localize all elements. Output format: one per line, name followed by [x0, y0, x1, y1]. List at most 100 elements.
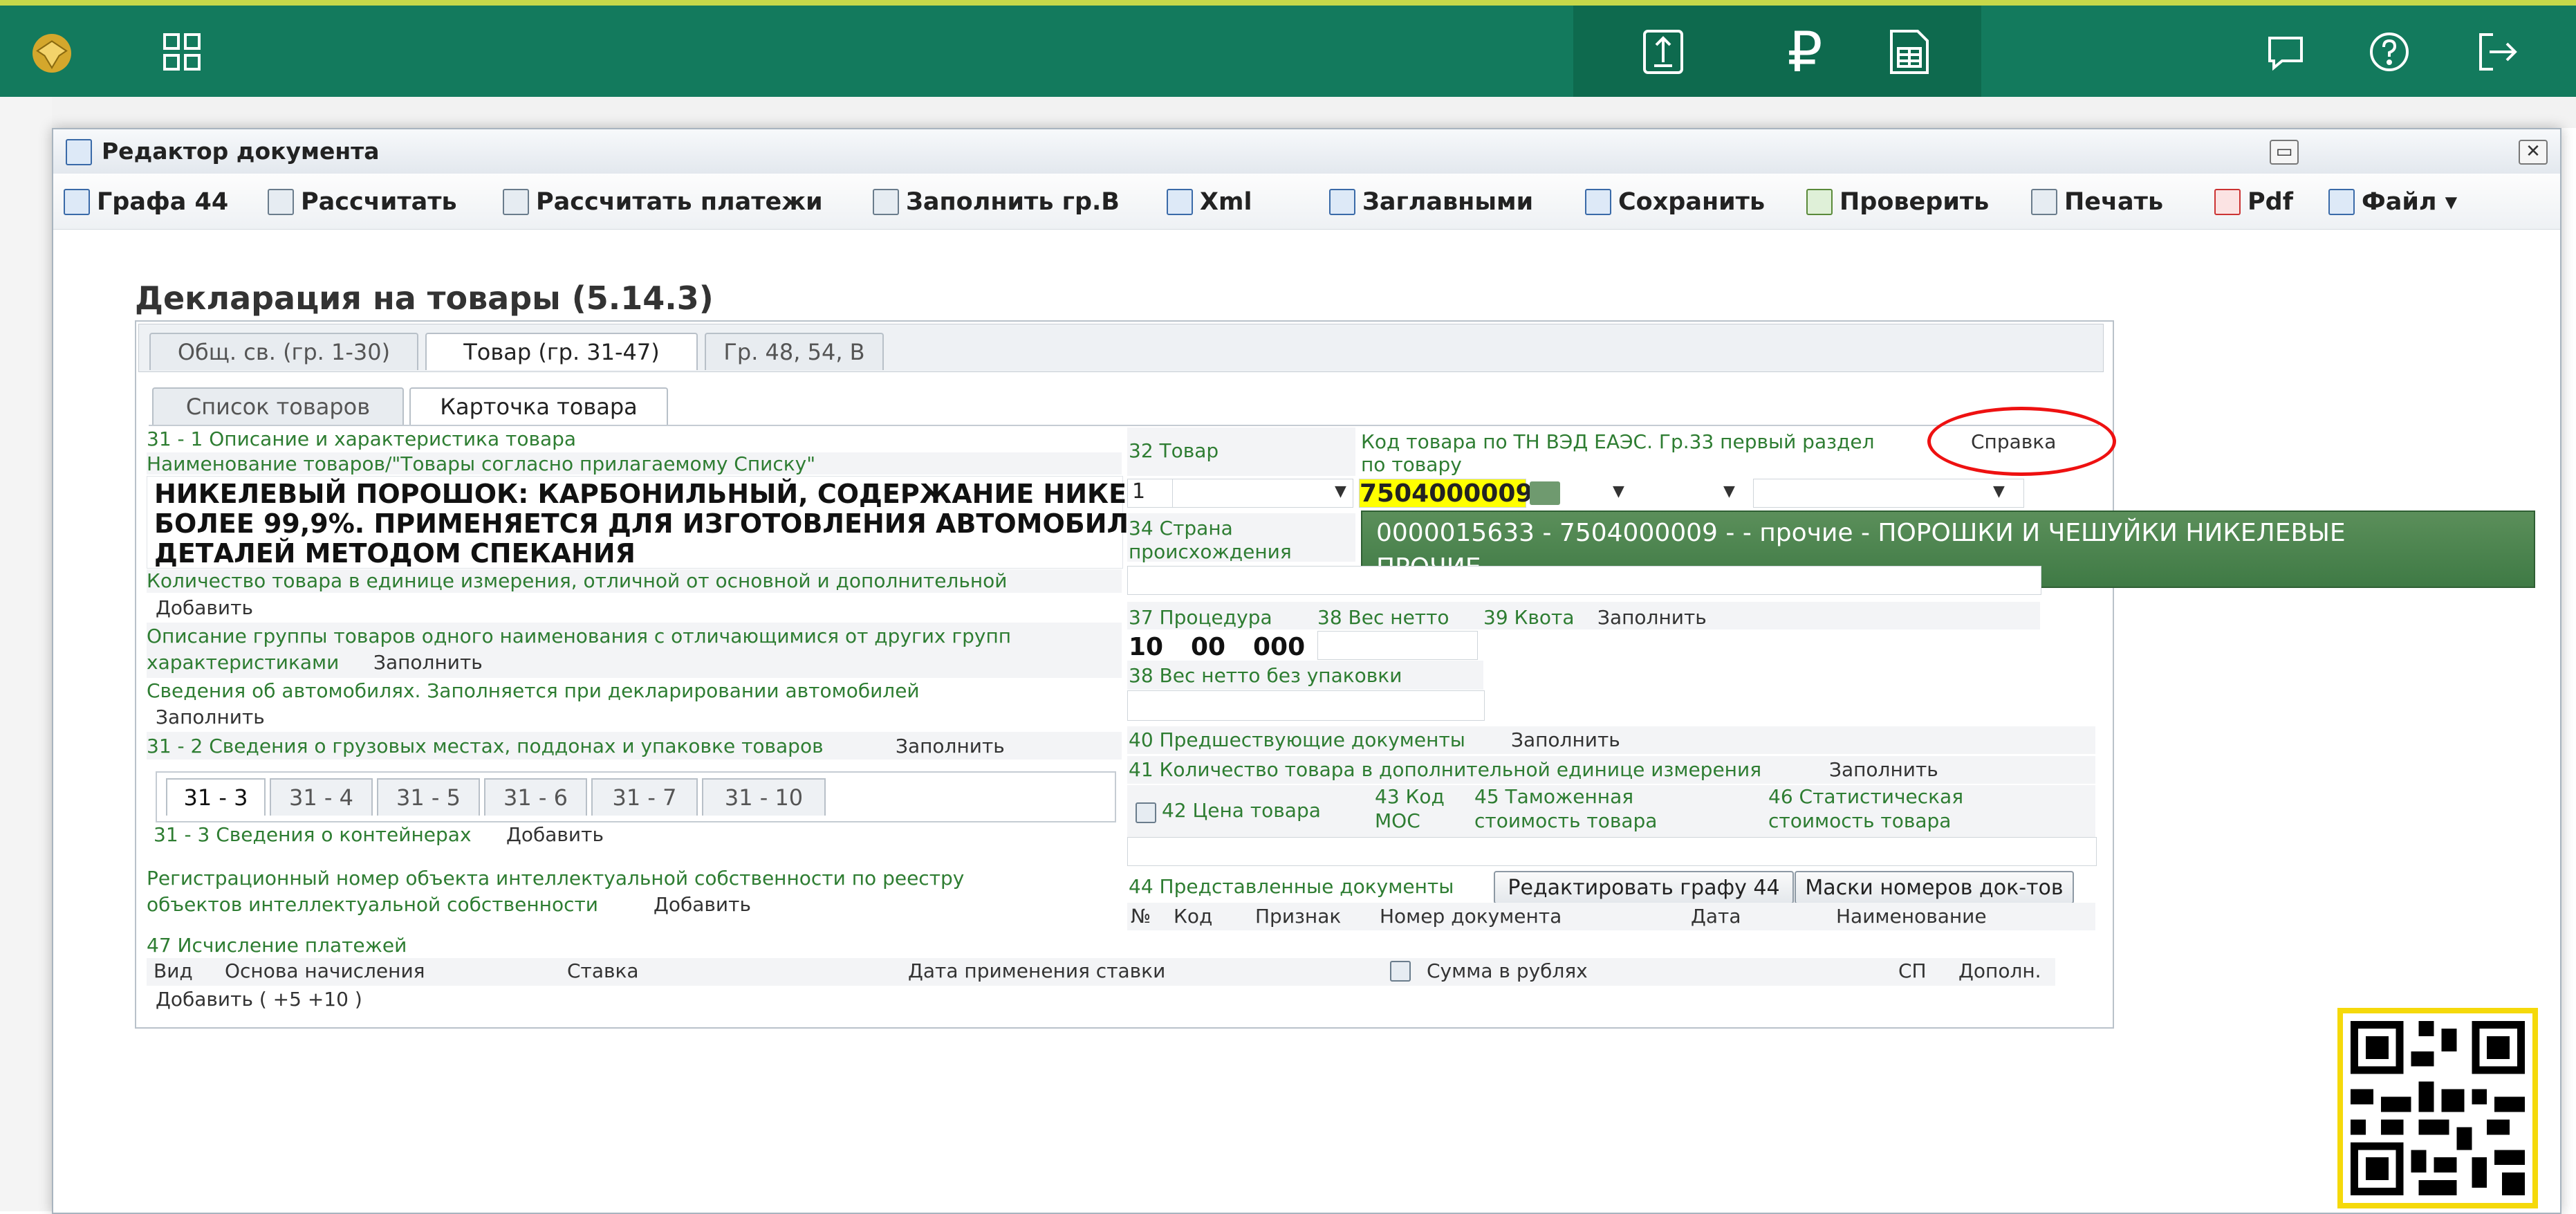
help-question-icon[interactable] [2365, 28, 2413, 76]
goods-description-textarea[interactable]: НИКЕЛЕВЫЙ ПОРОШОК: КАРБОНИЛЬНЫЙ, СОДЕРЖА… [147, 476, 1218, 569]
printer-icon [2031, 189, 2057, 215]
docs-col-name: Наименование [1836, 905, 1987, 928]
procedure-2[interactable]: 00 [1191, 631, 1225, 663]
g39-fill-link[interactable]: Заполнить [1597, 606, 1707, 629]
pencil-doc-icon [64, 189, 90, 215]
tool-save-button[interactable]: Сохранить [1585, 186, 1765, 218]
docs-col-date: Дата [1691, 905, 1741, 928]
g41-fill-link[interactable]: Заполнить [1829, 758, 1938, 781]
chevron-down-icon: ▼ [1335, 483, 1346, 500]
apps-grid-icon[interactable] [158, 28, 206, 76]
save-icon [1585, 189, 1611, 215]
qty-add-link[interactable]: Добавить [156, 596, 253, 619]
tab-goods[interactable]: Товар (гр. 31-47) [425, 333, 698, 370]
close-icon[interactable]: ✕ [2519, 140, 2548, 165]
g38-label: 38 Вес нетто [1317, 606, 1449, 629]
window-title-bar: Редактор документа ▭ ✕ [53, 129, 2560, 174]
tool-fill-grv-button[interactable]: Заполнить гр.В [873, 186, 1120, 218]
document-table-icon[interactable] [1884, 28, 1933, 76]
ip-add-link[interactable]: Добавить [654, 893, 751, 916]
g45-label: 45 Таможенная [1474, 785, 1634, 808]
background-header [52, 97, 2576, 128]
cargo-fill-link[interactable]: Заполнить [896, 735, 1005, 757]
maximize-button[interactable]: ▭ [2270, 140, 2299, 165]
g40-label: 40 Предшествующие документы [1129, 728, 1465, 751]
logout-icon[interactable] [2472, 28, 2521, 76]
tool-calculate-payments-button[interactable]: Рассчитать платежи [503, 186, 823, 218]
window-title: Редактор документа [102, 138, 380, 165]
checkmark-icon [1806, 189, 1833, 215]
desc-header: 31 - 1 Описание и характеристика товара [147, 427, 577, 450]
main-tabs-bar: Общ. св. (гр. 1-30) Товар (гр. 31-47) Гр… [138, 324, 2104, 372]
group-desc-label: Описание группы товаров одного наименова… [147, 625, 1012, 647]
item-number-field[interactable]: 1 [1127, 479, 1174, 508]
g43-label: 43 Код [1375, 785, 1445, 808]
export-document-icon[interactable] [1639, 28, 1687, 76]
net-weight-no-pack-input[interactable] [1127, 690, 1485, 721]
edit-g44-button[interactable]: Редактировать графу 44 [1494, 871, 1794, 904]
chevron-down-icon[interactable]: ▼ [1993, 483, 2005, 500]
calculator-icon[interactable] [1390, 961, 1411, 982]
editor-toolbar: Графа 44 Рассчитать Рассчитать платежи З… [53, 174, 2560, 230]
calculator-icon [268, 189, 294, 215]
editor-icon [66, 139, 92, 165]
cars-fill-link[interactable]: Заполнить [156, 706, 265, 728]
chevron-down-icon[interactable]: ▼ [1613, 483, 1624, 500]
g46-label: 46 Статистическая [1768, 785, 1964, 808]
code-label: Код товара по ТН ВЭД ЕАЭС. Гр.33 первый … [1361, 430, 1875, 453]
calculator-icon[interactable] [1136, 802, 1156, 823]
price-values-row[interactable] [1127, 837, 2097, 866]
group-fill-link[interactable]: Заполнить [373, 651, 483, 674]
doc-masks-button[interactable]: Маски номеров док-тов [1795, 871, 2074, 904]
tab-goods-list[interactable]: Список товаров [152, 387, 404, 425]
background-sidebar [0, 97, 52, 1211]
tab-31-3[interactable]: 31 - 3 [166, 778, 266, 816]
desc-line-2: БОЛЕЕ 99,9%. ПРИМЕНЯЕТСЯ ДЛЯ ИЗГОТОВЛЕНИ… [154, 508, 1218, 539]
net-weight-input[interactable] [1317, 631, 1478, 660]
tool-uppercase-button[interactable]: Заглавными [1329, 186, 1533, 218]
tab-general[interactable]: Общ. св. (гр. 1-30) [149, 333, 418, 370]
pay-col-base: Основа начисления [225, 959, 425, 982]
chat-bubble-icon[interactable] [2261, 28, 2310, 76]
code-extra-select[interactable] [1753, 479, 2024, 508]
containers-add-link[interactable]: Добавить [506, 823, 604, 846]
tool-check-button[interactable]: Проверить [1806, 186, 1989, 218]
app-top-bar: ₽ [0, 0, 2576, 97]
search-code-icon[interactable] [1530, 481, 1560, 505]
tab-goods-card[interactable]: Карточка товара [409, 387, 668, 425]
desc-sub-label: Наименование товаров/"Товары согласно пр… [147, 452, 816, 475]
g46-label-2: стоимость товара [1768, 809, 1952, 832]
tool-file-menu-button[interactable]: Файл ▾ [2328, 186, 2457, 218]
sub-tabs-bar: Список товаров Карточка товара [149, 380, 2099, 426]
qty-label: Количество товара в единице измерения, о… [147, 569, 1008, 592]
procedure-3[interactable]: 000 [1253, 631, 1305, 663]
ip-label-2: объектов интеллектуальной собственности [147, 893, 598, 916]
tool-pdf-button[interactable]: Pdf [2214, 186, 2293, 218]
procedure-1[interactable]: 10 [1129, 631, 1163, 663]
cars-label: Сведения об автомобилях. Заполняется при… [147, 679, 920, 702]
tab-31-5[interactable]: 31 - 5 [377, 778, 480, 816]
chevron-down-icon[interactable]: ▼ [1723, 483, 1735, 500]
item-select[interactable] [1172, 479, 1353, 508]
code-input[interactable]: 7504000009 [1359, 479, 1533, 508]
tab-31-7[interactable]: 31 - 7 [591, 778, 698, 816]
g43-label-2: МОС [1375, 809, 1420, 832]
g40-fill-link[interactable]: Заполнить [1511, 728, 1620, 751]
red-annotation-circle [1927, 407, 2116, 476]
tool-calculate-button[interactable]: Рассчитать [268, 186, 457, 218]
tool-grafa44-button[interactable]: Графа 44 [64, 186, 228, 218]
g34-label: 34 Страна [1129, 517, 1233, 540]
eagle-emblem-icon [14, 15, 90, 91]
tool-print-button[interactable]: Печать [2031, 186, 2163, 218]
g39-label: 39 Квота [1483, 606, 1575, 629]
tab-31-4[interactable]: 31 - 4 [270, 778, 373, 816]
tab-31-6[interactable]: 31 - 6 [484, 778, 587, 816]
code-label-2: по товару [1361, 453, 1462, 476]
g44-label: 44 Представленные документы [1129, 875, 1454, 898]
origin-country-fields[interactable] [1127, 566, 2041, 595]
tab-gr48[interactable]: Гр. 48, 54, В [705, 333, 884, 370]
ruble-icon[interactable]: ₽ [1781, 20, 1829, 84]
tool-xml-button[interactable]: Xml [1167, 186, 1252, 218]
payments-add-link[interactable]: Добавить ( +5 +10 ) [156, 988, 362, 1011]
tab-31-10[interactable]: 31 - 10 [702, 778, 826, 816]
